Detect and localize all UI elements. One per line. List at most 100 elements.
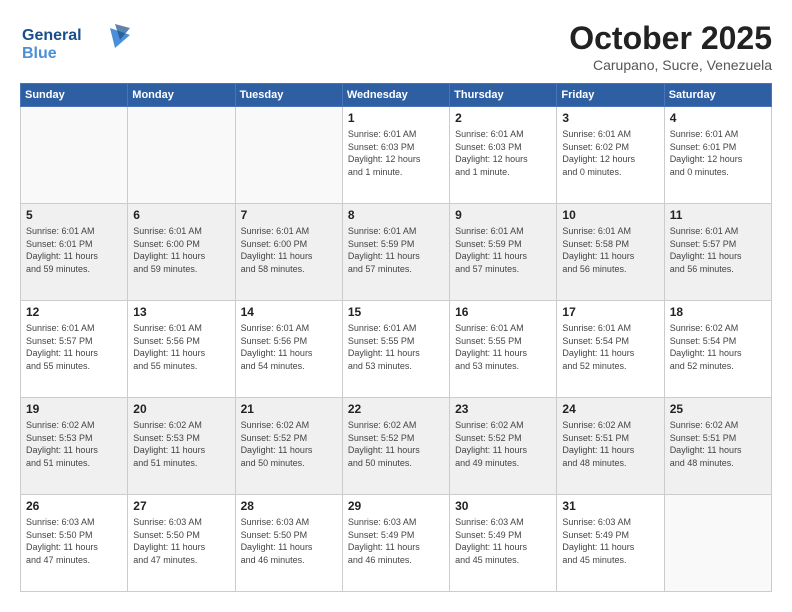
calendar-cell: 2 Sunrise: 6:01 AM Sunset: 6:03 PM Daylig… <box>450 107 557 204</box>
day-number: 15 <box>348 305 444 319</box>
day-info: Sunrise: 6:01 AM Sunset: 5:59 PM Dayligh… <box>455 225 551 275</box>
day-info: Sunrise: 6:01 AM Sunset: 6:00 PM Dayligh… <box>133 225 229 275</box>
day-info: Sunrise: 6:03 AM Sunset: 5:50 PM Dayligh… <box>133 516 229 566</box>
calendar-cell: 1 Sunrise: 6:01 AM Sunset: 6:03 PM Daylig… <box>342 107 449 204</box>
calendar-cell: 20 Sunrise: 6:02 AM Sunset: 5:53 PM Dayli… <box>128 398 235 495</box>
calendar-cell: 29Sunrise: 6:03 AM Sunset: 5:49 PM Dayli… <box>342 495 449 592</box>
day-number: 28 <box>241 499 337 513</box>
day-number: 5 <box>26 208 122 222</box>
calendar-cell: 13 Sunrise: 6:01 AM Sunset: 5:56 PM Dayli… <box>128 301 235 398</box>
day-number: 31 <box>562 499 658 513</box>
day-info: Sunrise: 6:02 AM Sunset: 5:51 PM Dayligh… <box>670 419 766 469</box>
day-info: Sunrise: 6:01 AM Sunset: 5:58 PM Dayligh… <box>562 225 658 275</box>
day-number: 23 <box>455 402 551 416</box>
calendar-cell: 21 Sunrise: 6:02 AM Sunset: 5:52 PM Dayli… <box>235 398 342 495</box>
header: General Blue October 2025 Carupano, Sucr… <box>20 20 772 73</box>
day-number: 4 <box>670 111 766 125</box>
day-info: Sunrise: 6:02 AM Sunset: 5:52 PM Dayligh… <box>455 419 551 469</box>
logo: General Blue <box>20 20 130 70</box>
calendar-week-row: 26 Sunrise: 6:03 AM Sunset: 5:50 PM Dayli… <box>21 495 772 592</box>
calendar-cell: 8 Sunrise: 6:01 AM Sunset: 5:59 PM Daylig… <box>342 204 449 301</box>
calendar-cell: 19 Sunrise: 6:02 AM Sunset: 5:53 PM Dayli… <box>21 398 128 495</box>
calendar-cell: 9 Sunrise: 6:01 AM Sunset: 5:59 PM Daylig… <box>450 204 557 301</box>
day-info: Sunrise: 6:01 AM Sunset: 6:01 PM Dayligh… <box>26 225 122 275</box>
day-info: Sunrise: 6:02 AM Sunset: 5:51 PM Dayligh… <box>562 419 658 469</box>
calendar-cell: 28 Sunrise: 6:03 AM Sunset: 5:50 PM Dayli… <box>235 495 342 592</box>
day-number: 1 <box>348 111 444 125</box>
day-info: Sunrise: 6:01 AM Sunset: 5:55 PM Dayligh… <box>455 322 551 372</box>
day-info: Sunrise: 6:03 AM Sunset: 5:50 PM Dayligh… <box>241 516 337 566</box>
day-number: 10 <box>562 208 658 222</box>
day-number: 21 <box>241 402 337 416</box>
day-info: Sunrise: 6:01 AM Sunset: 5:59 PM Dayligh… <box>348 225 444 275</box>
day-info: Sunrise: 6:01 AM Sunset: 6:03 PM Dayligh… <box>455 128 551 178</box>
title-block: October 2025 Carupano, Sucre, Venezuela <box>569 20 772 73</box>
day-number: 22 <box>348 402 444 416</box>
calendar-cell: 10 Sunrise: 6:01 AM Sunset: 5:58 PM Dayli… <box>557 204 664 301</box>
calendar-cell: 5 Sunrise: 6:01 AM Sunset: 6:01 PM Daylig… <box>21 204 128 301</box>
calendar-cell: 26 Sunrise: 6:03 AM Sunset: 5:50 PM Dayli… <box>21 495 128 592</box>
calendar-cell: 11Sunrise: 6:01 AM Sunset: 5:57 PM Dayli… <box>664 204 771 301</box>
day-info: Sunrise: 6:01 AM Sunset: 6:03 PM Dayligh… <box>348 128 444 178</box>
day-number: 2 <box>455 111 551 125</box>
weekday-header-thursday: Thursday <box>450 84 557 107</box>
calendar-cell: 15Sunrise: 6:01 AM Sunset: 5:55 PM Dayli… <box>342 301 449 398</box>
day-number: 25 <box>670 402 766 416</box>
month-title: October 2025 <box>569 20 772 57</box>
day-number: 16 <box>455 305 551 319</box>
day-number: 27 <box>133 499 229 513</box>
calendar-cell: 22 Sunrise: 6:02 AM Sunset: 5:52 PM Dayli… <box>342 398 449 495</box>
calendar-cell: 31Sunrise: 6:03 AM Sunset: 5:49 PM Dayli… <box>557 495 664 592</box>
day-number: 20 <box>133 402 229 416</box>
weekday-header-tuesday: Tuesday <box>235 84 342 107</box>
day-number: 8 <box>348 208 444 222</box>
day-info: Sunrise: 6:02 AM Sunset: 5:54 PM Dayligh… <box>670 322 766 372</box>
weekday-header-wednesday: Wednesday <box>342 84 449 107</box>
day-info: Sunrise: 6:01 AM Sunset: 6:01 PM Dayligh… <box>670 128 766 178</box>
calendar-cell: 27 Sunrise: 6:03 AM Sunset: 5:50 PM Dayli… <box>128 495 235 592</box>
location-subtitle: Carupano, Sucre, Venezuela <box>569 57 772 73</box>
day-info: Sunrise: 6:01 AM Sunset: 5:57 PM Dayligh… <box>26 322 122 372</box>
day-number: 17 <box>562 305 658 319</box>
svg-text:General: General <box>22 27 82 44</box>
day-number: 14 <box>241 305 337 319</box>
calendar-cell: 4 Sunrise: 6:01 AM Sunset: 6:01 PM Daylig… <box>664 107 771 204</box>
day-number: 6 <box>133 208 229 222</box>
day-info: Sunrise: 6:03 AM Sunset: 5:50 PM Dayligh… <box>26 516 122 566</box>
svg-text:Blue: Blue <box>22 45 57 62</box>
day-info: Sunrise: 6:02 AM Sunset: 5:52 PM Dayligh… <box>241 419 337 469</box>
calendar-week-row: 1 Sunrise: 6:01 AM Sunset: 6:03 PM Daylig… <box>21 107 772 204</box>
day-info: Sunrise: 6:01 AM Sunset: 5:56 PM Dayligh… <box>133 322 229 372</box>
calendar-cell: 6 Sunrise: 6:01 AM Sunset: 6:00 PM Daylig… <box>128 204 235 301</box>
calendar-cell: 14 Sunrise: 6:01 AM Sunset: 5:56 PM Dayli… <box>235 301 342 398</box>
day-info: Sunrise: 6:02 AM Sunset: 5:52 PM Dayligh… <box>348 419 444 469</box>
day-number: 9 <box>455 208 551 222</box>
weekday-header-monday: Monday <box>128 84 235 107</box>
weekday-header-friday: Friday <box>557 84 664 107</box>
weekday-header-saturday: Saturday <box>664 84 771 107</box>
day-number: 11 <box>670 208 766 222</box>
day-info: Sunrise: 6:02 AM Sunset: 5:53 PM Dayligh… <box>26 419 122 469</box>
calendar-cell: 3Sunrise: 6:01 AM Sunset: 6:02 PM Daylig… <box>557 107 664 204</box>
calendar-table: SundayMondayTuesdayWednesdayThursdayFrid… <box>20 83 772 592</box>
calendar-week-row: 5 Sunrise: 6:01 AM Sunset: 6:01 PM Daylig… <box>21 204 772 301</box>
day-number: 13 <box>133 305 229 319</box>
calendar-cell: 7Sunrise: 6:01 AM Sunset: 6:00 PM Daylig… <box>235 204 342 301</box>
weekday-header-sunday: Sunday <box>21 84 128 107</box>
calendar-cell: 12Sunrise: 6:01 AM Sunset: 5:57 PM Dayli… <box>21 301 128 398</box>
day-number: 19 <box>26 402 122 416</box>
day-number: 7 <box>241 208 337 222</box>
weekday-header-row: SundayMondayTuesdayWednesdayThursdayFrid… <box>21 84 772 107</box>
calendar-cell: 16 Sunrise: 6:01 AM Sunset: 5:55 PM Dayli… <box>450 301 557 398</box>
day-info: Sunrise: 6:01 AM Sunset: 5:56 PM Dayligh… <box>241 322 337 372</box>
calendar-cell: 17Sunrise: 6:01 AM Sunset: 5:54 PM Dayli… <box>557 301 664 398</box>
day-number: 26 <box>26 499 122 513</box>
day-number: 24 <box>562 402 658 416</box>
day-number: 30 <box>455 499 551 513</box>
calendar-cell <box>235 107 342 204</box>
calendar-cell <box>128 107 235 204</box>
calendar-week-row: 19 Sunrise: 6:02 AM Sunset: 5:53 PM Dayli… <box>21 398 772 495</box>
day-number: 18 <box>670 305 766 319</box>
day-info: Sunrise: 6:03 AM Sunset: 5:49 PM Dayligh… <box>455 516 551 566</box>
day-info: Sunrise: 6:02 AM Sunset: 5:53 PM Dayligh… <box>133 419 229 469</box>
